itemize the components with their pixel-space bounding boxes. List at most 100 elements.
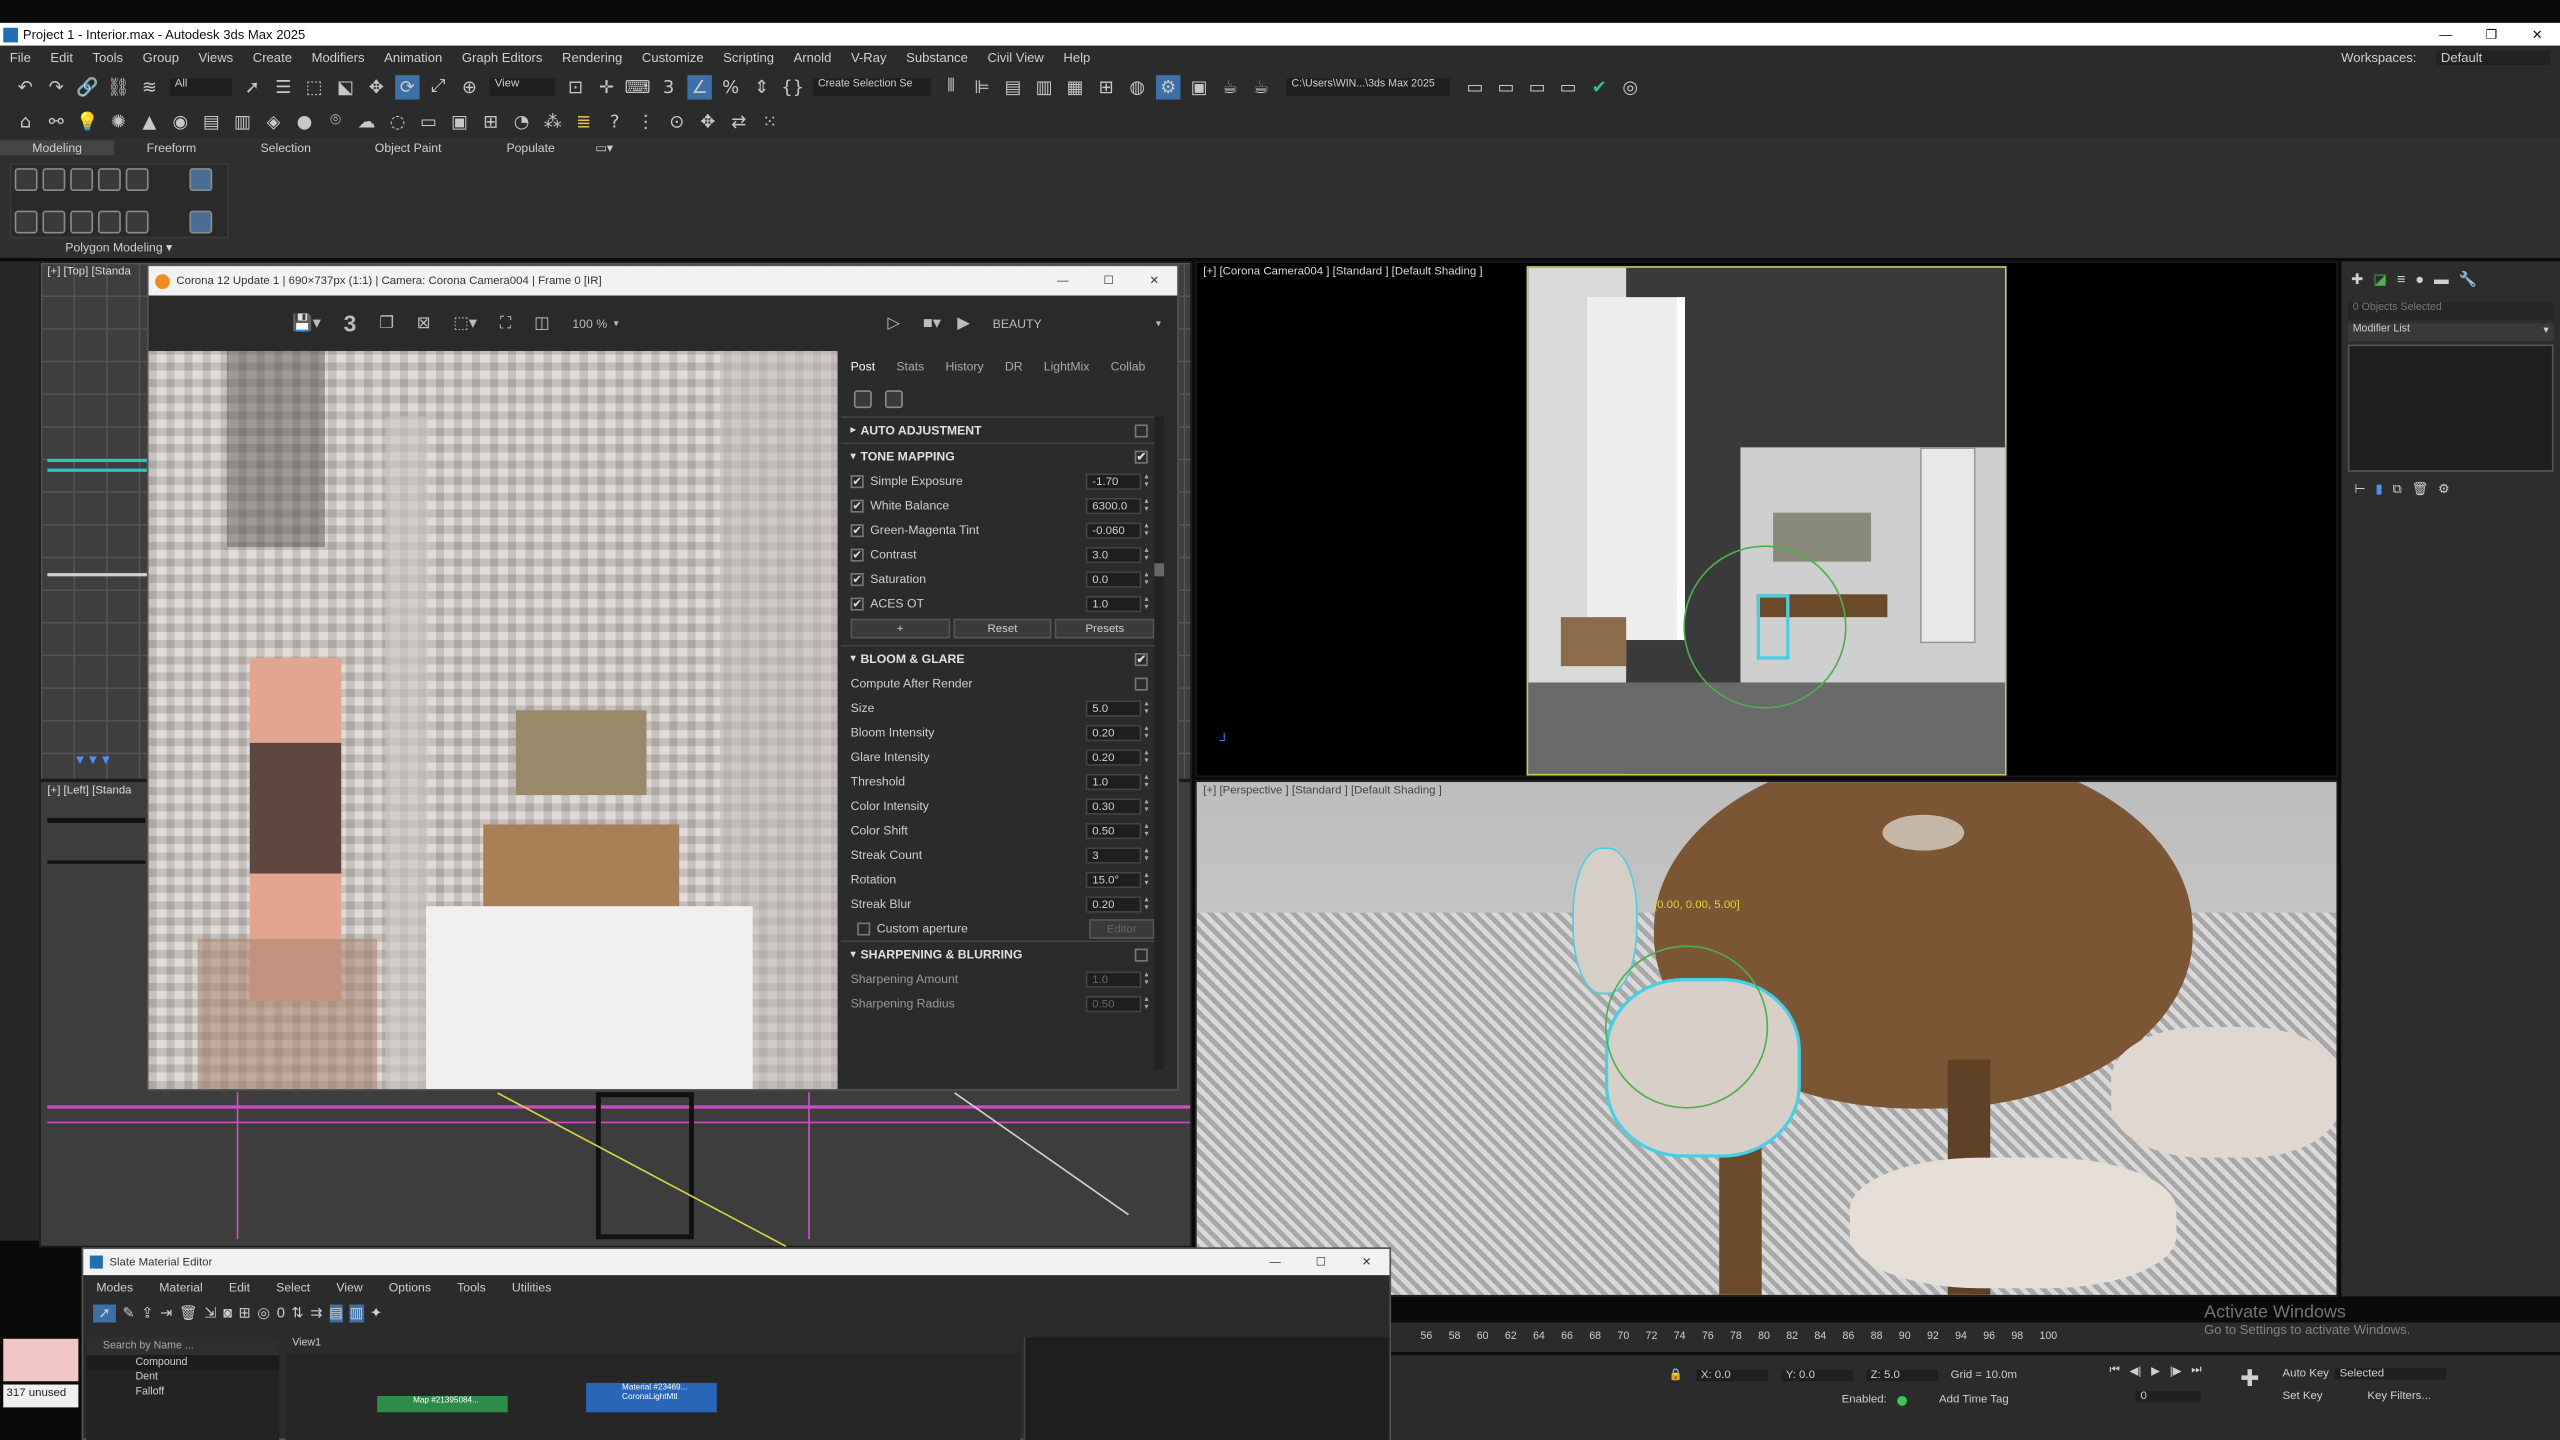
parameter-editor-icon[interactable]: ▥ bbox=[349, 1303, 364, 1322]
delete-selected-icon[interactable]: 🗑 bbox=[179, 1304, 198, 1322]
restore-icon[interactable]: ❐ bbox=[2469, 27, 2515, 42]
tab-lightmix[interactable]: LightMix bbox=[1044, 358, 1090, 373]
light-icon[interactable]: 💡 bbox=[75, 109, 99, 133]
ribbon-tab-populate[interactable]: Populate bbox=[473, 140, 587, 155]
unlink-icon[interactable]: ⛓ bbox=[106, 74, 130, 98]
select-by-name-icon[interactable]: ☰ bbox=[271, 74, 295, 98]
create-tab-icon[interactable]: ✚ bbox=[2351, 271, 2363, 289]
tone-row-checkbox[interactable]: ✔ bbox=[850, 547, 864, 561]
menu-views[interactable]: Views bbox=[199, 50, 234, 65]
menu-vray[interactable]: V-Ray bbox=[851, 50, 887, 65]
navigator[interactable] bbox=[1023, 1337, 1390, 1440]
hide-unused-icon[interactable]: ◙ bbox=[223, 1305, 232, 1321]
section-bloom-glare[interactable]: ▾ BLOOM & GLARE ✔ bbox=[840, 644, 1165, 671]
vertex-icon[interactable] bbox=[14, 168, 38, 192]
menu-customize[interactable]: Customize bbox=[642, 50, 704, 65]
viewport-perspective-label[interactable]: [+] [Perspective ] [Standard ] [Default … bbox=[1203, 785, 1442, 796]
render-iterative-icon[interactable]: ☕ bbox=[1249, 74, 1273, 98]
rotate-icon[interactable]: ⟳ bbox=[395, 74, 420, 99]
vfb-restore-icon[interactable]: ☐ bbox=[1086, 274, 1132, 287]
slate-restore-icon[interactable]: ☐ bbox=[1298, 1256, 1344, 1268]
project-save-icon[interactable]: ▭ bbox=[1525, 74, 1549, 98]
compare-icon[interactable]: ◫ bbox=[534, 314, 549, 332]
target-icon[interactable]: ⊙ bbox=[665, 109, 689, 133]
project-folder-icon[interactable]: ▭ bbox=[1463, 74, 1487, 98]
corona-render-icon[interactable]: ◉ bbox=[168, 109, 192, 133]
browser-item[interactable]: Falloff bbox=[87, 1385, 280, 1400]
tab-post[interactable]: Post bbox=[851, 358, 876, 373]
aperture-editor-button[interactable]: Editor bbox=[1089, 918, 1155, 938]
bloom-intensity-spinner[interactable]: 0.20 bbox=[1085, 724, 1142, 741]
color-intensity-spinner[interactable]: 0.30 bbox=[1085, 797, 1142, 814]
set-key-button[interactable]: Set Key bbox=[2283, 1391, 2323, 1402]
presets-button[interactable]: Presets bbox=[1055, 618, 1155, 639]
percent-snap-icon[interactable]: % bbox=[718, 74, 742, 98]
utilities-tab-icon[interactable]: 🔧 bbox=[2458, 271, 2476, 289]
menu-help[interactable]: Help bbox=[1063, 50, 1090, 65]
hierarchy-tab-icon[interactable]: ≡ bbox=[2397, 271, 2406, 289]
slate-menu-utilities[interactable]: Utilities bbox=[512, 1279, 551, 1294]
proxy-icon[interactable]: ▥ bbox=[230, 109, 254, 133]
menu-arnold[interactable]: Arnold bbox=[794, 50, 832, 65]
box-icon[interactable]: ▣ bbox=[447, 109, 471, 133]
vfb-close-icon[interactable]: ✕ bbox=[1131, 274, 1177, 287]
passes-count-icon[interactable]: 3 bbox=[344, 310, 357, 336]
container-icon[interactable]: ⌂ bbox=[13, 109, 37, 133]
viewport-perspective[interactable]: [0.00, 0.00, 5.00] [+] [Perspective ] [S… bbox=[1195, 780, 2339, 1297]
check-icon[interactable]: ✔ bbox=[1587, 74, 1611, 98]
coord-z[interactable]: Z: 5.0 bbox=[1865, 1369, 1938, 1381]
modifier-stack[interactable] bbox=[2347, 344, 2554, 472]
modifier-stack-icon[interactable] bbox=[189, 168, 213, 192]
streak-count-spinner[interactable]: 3 bbox=[1085, 846, 1142, 863]
modifier-list-select[interactable]: Modifier List ▾ bbox=[2347, 323, 2554, 342]
slate-menu-options[interactable]: Options bbox=[389, 1279, 431, 1294]
streak-blur-spinner[interactable]: 0.20 bbox=[1085, 895, 1142, 912]
next-frame-icon[interactable]: |▶ bbox=[2170, 1365, 2182, 1378]
ribbon-tab-freeform[interactable]: Freeform bbox=[114, 140, 228, 155]
ribbon-tab-modeling[interactable]: Modeling bbox=[0, 139, 115, 155]
menu-file[interactable]: File bbox=[10, 50, 31, 65]
snaps-icon[interactable]: 3 bbox=[656, 74, 680, 98]
slate-menu-material[interactable]: Material bbox=[159, 1279, 203, 1294]
tone-row-checkbox[interactable]: ✔ bbox=[850, 572, 864, 586]
sphere-icon[interactable]: ● bbox=[292, 109, 316, 133]
slate-close-icon[interactable]: ✕ bbox=[1344, 1256, 1390, 1268]
menu-create[interactable]: Create bbox=[253, 50, 292, 65]
bloom-checkbox[interactable]: ✔ bbox=[1134, 652, 1148, 666]
go-start-icon[interactable]: ⏮ bbox=[2109, 1365, 2119, 1378]
eye-icon[interactable]: ◔ bbox=[509, 109, 533, 133]
compute-after-render-checkbox[interactable] bbox=[1134, 676, 1148, 690]
selection-name-field[interactable]: 0 Objects Selected bbox=[2347, 302, 2554, 321]
scatter-icon[interactable]: ⁂ bbox=[540, 109, 564, 133]
remove-modifier-icon[interactable]: 🗑 bbox=[2412, 482, 2429, 498]
list-icon[interactable]: ≣ bbox=[571, 109, 595, 133]
saturation-spinner[interactable]: 0.0 bbox=[1085, 570, 1142, 587]
curve-editor-icon[interactable]: ▦ bbox=[1063, 74, 1087, 98]
angle-snap-icon[interactable]: ∠ bbox=[687, 74, 712, 99]
layer-explorer-icon[interactable]: ▤ bbox=[1001, 74, 1025, 98]
white-balance-spinner[interactable]: 6300.0 bbox=[1085, 497, 1142, 514]
copy-icon[interactable]: ❐ bbox=[379, 314, 394, 332]
render-play-icon[interactable]: ▷ bbox=[887, 314, 900, 332]
menu-animation[interactable]: Animation bbox=[384, 50, 442, 65]
menu-graph-editors[interactable]: Graph Editors bbox=[462, 50, 543, 65]
make-unique-icon[interactable]: ⧉ bbox=[2393, 482, 2402, 498]
auto-key-button[interactable]: Auto Key bbox=[2283, 1368, 2329, 1379]
show-end-result-icon[interactable]: ▮ bbox=[2376, 482, 2383, 498]
project-settings-icon[interactable]: ▭ bbox=[1556, 74, 1580, 98]
border-icon[interactable] bbox=[70, 168, 94, 192]
ribbon-options-icon[interactable]: ▭▾ bbox=[588, 140, 621, 155]
material-id-icon[interactable]: 0 bbox=[277, 1305, 285, 1321]
zoom-level[interactable]: 100 % bbox=[572, 316, 607, 331]
lock-icon[interactable]: 🔒 bbox=[1669, 1368, 1683, 1381]
fit-icon[interactable]: ⛶ bbox=[500, 314, 511, 332]
browser-search[interactable]: Search by Name ... bbox=[86, 1337, 280, 1356]
post-panel-scrollbar[interactable] bbox=[1154, 416, 1165, 1070]
snap-point-icon[interactable]: ⋮ bbox=[633, 109, 657, 133]
configure-sets-icon[interactable]: ⚙ bbox=[2438, 482, 2450, 498]
material-map-browser-icon[interactable]: ▤ bbox=[329, 1303, 344, 1322]
bloom-size-spinner[interactable]: 5.0 bbox=[1085, 699, 1142, 716]
select-tool-icon[interactable]: ➚ bbox=[93, 1303, 116, 1322]
vfb-minimize-icon[interactable]: — bbox=[1040, 275, 1086, 286]
sharpening-checkbox[interactable] bbox=[1134, 947, 1148, 961]
